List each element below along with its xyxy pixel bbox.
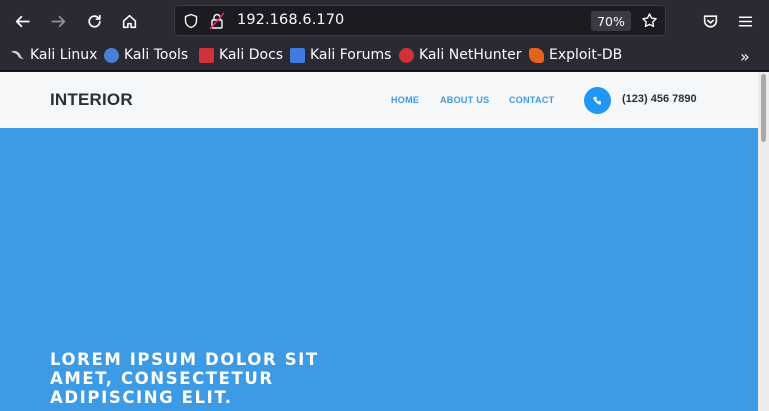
url-bar[interactable]: 192.168.6.170 70%	[174, 5, 666, 36]
bookmark-label: Kali NetHunter	[419, 47, 522, 63]
site-header: INTERIOR HOME ABOUT US CONTACT (123) 456…	[0, 72, 758, 128]
site-brand[interactable]: INTERIOR	[50, 90, 133, 110]
scrollbar-thumb[interactable]	[761, 74, 766, 142]
back-button[interactable]	[9, 8, 35, 34]
kali-forums-icon	[290, 47, 305, 63]
zoom-level-badge[interactable]: 70%	[591, 11, 631, 31]
nav-about-us[interactable]: ABOUT US	[440, 95, 489, 105]
bookmark-kali-docs[interactable]: Kali Docs	[199, 47, 283, 63]
bookmark-label: Kali Tools	[124, 47, 189, 63]
bookmark-kali-linux[interactable]: Kali Linux	[10, 47, 97, 63]
nav-contact[interactable]: CONTACT	[509, 95, 554, 105]
home-icon	[122, 14, 136, 28]
hamburger-menu-icon	[738, 15, 752, 27]
hero-title: LOREM IPSUM DOLOR SIT AMET, CONSECTETUR …	[50, 350, 319, 407]
bookmark-exploit-db[interactable]: Exploit-DB	[529, 47, 622, 63]
kali-dragon-icon	[10, 48, 25, 63]
pocket-button[interactable]	[697, 8, 723, 34]
hero-banner: LOREM IPSUM DOLOR SIT AMET, CONSECTETUR …	[0, 128, 758, 411]
kali-nethunter-icon	[399, 47, 414, 63]
shield-icon[interactable]	[183, 13, 199, 33]
arrow-left-icon	[15, 15, 30, 27]
bookmark-kali-nethunter[interactable]: Kali NetHunter	[399, 47, 521, 63]
kali-docs-icon	[199, 47, 214, 63]
page-viewport: INTERIOR HOME ABOUT US CONTACT (123) 456…	[0, 72, 769, 411]
bookmark-label: Kali Docs	[219, 47, 284, 63]
bookmarks-overflow-chevron-icon[interactable]: »	[740, 47, 750, 66]
reload-button[interactable]	[81, 8, 107, 34]
arrow-right-icon	[50, 15, 65, 27]
bookmark-star-icon[interactable]	[641, 12, 658, 33]
forward-button[interactable]	[45, 8, 71, 34]
insecure-lock-icon[interactable]	[209, 12, 225, 34]
bookmark-label: Kali Forums	[310, 47, 392, 63]
bookmark-kali-tools[interactable]: Kali Tools	[104, 47, 188, 63]
bookmarks-bar: Kali Linux Kali Tools Kali Docs Kali For…	[0, 41, 769, 71]
phone-number[interactable]: (123) 456 7890	[622, 93, 697, 105]
exploit-db-icon	[529, 47, 544, 63]
pocket-icon	[703, 14, 717, 28]
kali-tools-icon	[104, 47, 119, 63]
phone-icon[interactable]	[584, 87, 611, 114]
nav-home[interactable]: HOME	[391, 95, 419, 105]
browser-toolbar: 192.168.6.170 70%	[0, 0, 769, 41]
page-scrollbar[interactable]	[758, 72, 769, 411]
home-button[interactable]	[116, 8, 142, 34]
menu-button[interactable]	[732, 8, 758, 34]
bookmark-label: Exploit-DB	[549, 47, 623, 63]
url-text[interactable]: 192.168.6.170	[237, 12, 344, 28]
bookmark-label: Kali Linux	[30, 47, 98, 63]
reload-icon	[87, 14, 101, 28]
bookmark-kali-forums[interactable]: Kali Forums	[290, 47, 391, 63]
